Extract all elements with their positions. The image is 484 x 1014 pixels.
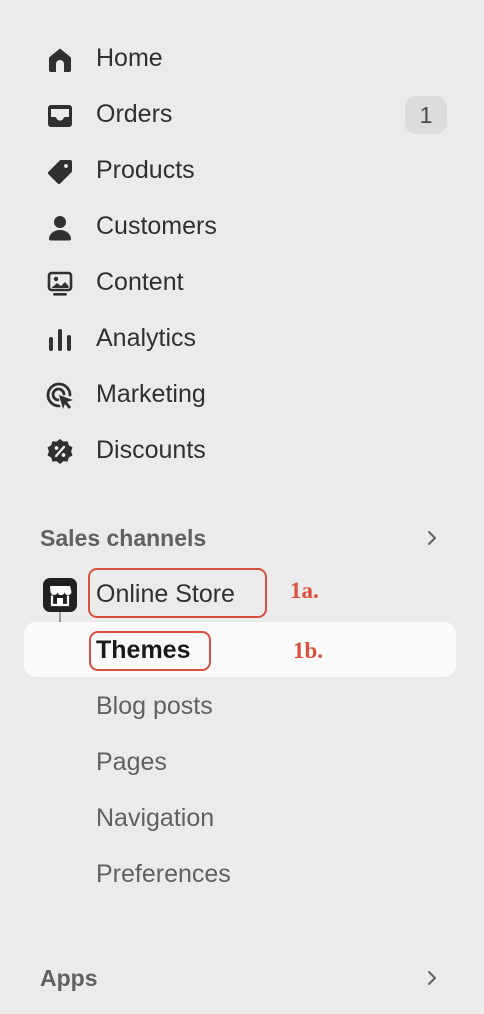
nav-item-customers[interactable]: Customers [0,198,484,254]
subnav-item-themes[interactable]: Themes [0,622,484,678]
annotation-label-1a: 1a. [290,578,319,603]
nav-label-marketing: Marketing [96,380,206,408]
nav-item-discounts[interactable]: Discounts [0,422,484,478]
apps-title: Apps [40,965,98,991]
orders-count-badge: 1 [405,96,447,134]
annotation-box-online-store [88,568,267,618]
subnav-item-blog-posts[interactable]: Blog posts [0,678,484,734]
annotation-box-themes [89,631,211,671]
nav-item-content[interactable]: Content [0,254,484,310]
chevron-right-icon[interactable] [422,968,442,988]
nav-item-home[interactable]: Home [0,30,484,86]
nav-label-content: Content [96,268,184,296]
subnav-item-preferences[interactable]: Preferences [0,846,484,902]
image-monitor-icon [44,268,76,300]
home-icon [44,44,76,76]
annotation-label-1b: 1b. [293,638,324,663]
sales-channels-header[interactable]: Sales channels [0,518,484,558]
discount-badge-icon [44,436,76,468]
chevron-right-icon[interactable] [422,528,442,548]
subnav-label-pages: Pages [96,748,167,776]
subnav-item-pages[interactable]: Pages [0,734,484,790]
sales-channels-title: Sales channels [40,525,207,551]
apps-header[interactable]: Apps [0,958,484,998]
subnav-item-navigation[interactable]: Navigation [0,790,484,846]
nav-item-analytics[interactable]: Analytics [0,310,484,366]
nav-item-marketing[interactable]: Marketing [0,366,484,422]
nav-label-customers: Customers [96,212,217,240]
inbox-icon [44,100,76,132]
nav-label-discounts: Discounts [96,436,206,464]
subnav-label-preferences: Preferences [96,860,231,888]
target-cursor-icon [44,380,76,412]
nav-label-products: Products [96,156,195,184]
person-icon [44,212,76,244]
nav-label-orders: Orders [96,100,173,128]
nav-label-home: Home [96,44,163,72]
tag-icon [44,156,76,188]
subnav-label-blog-posts: Blog posts [96,692,213,720]
nav-item-products[interactable]: Products [0,142,484,198]
nav-item-orders[interactable]: Orders 1 [0,86,484,142]
subnav-label-navigation: Navigation [96,804,215,832]
nav-label-analytics: Analytics [96,324,197,352]
bar-chart-icon [44,324,76,356]
